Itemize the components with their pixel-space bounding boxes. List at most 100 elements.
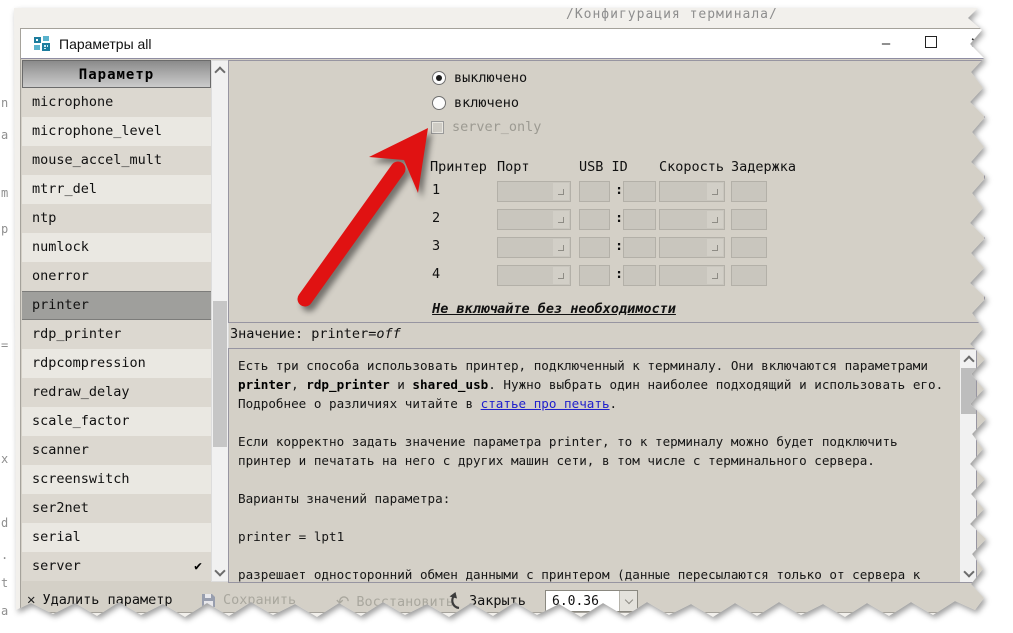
- dropdown-button: [553, 267, 569, 284]
- bold-term: rdp_printer: [306, 377, 389, 392]
- scrollbar-thumb[interactable]: [961, 368, 976, 414]
- sidebar-item-mouse_accel_mult[interactable]: mouse_accel_mult: [22, 146, 211, 175]
- server-only-checkbox[interactable]: server_only: [431, 119, 541, 135]
- usb-vendor-field[interactable]: [579, 181, 610, 202]
- close-dialog-button[interactable]: Закрыть: [447, 592, 526, 609]
- parameter-label: ntp: [32, 210, 56, 226]
- printer-number: 2: [432, 210, 440, 226]
- sidebar-item-scale_factor[interactable]: scale_factor: [22, 407, 211, 436]
- parameter-label: scanner: [32, 442, 89, 458]
- usb-product-field[interactable]: [623, 237, 656, 258]
- speed-select[interactable]: [659, 237, 725, 258]
- scroll-up-icon[interactable]: [212, 62, 228, 78]
- chevron-down-icon: [712, 189, 718, 195]
- col-speed: Скорость: [659, 159, 724, 175]
- port-select[interactable]: [497, 237, 571, 258]
- dropdown-button: [707, 183, 723, 200]
- sidebar-item-rdpcompression[interactable]: rdpcompression: [22, 349, 211, 378]
- scroll-down-icon[interactable]: [960, 565, 977, 581]
- speed-select[interactable]: [659, 181, 725, 202]
- page-background: namp=xd.ta /Конфигурация терминала/ Пара…: [0, 0, 1013, 633]
- minimize-button[interactable]: –: [877, 29, 895, 59]
- delete-x-icon: ✕: [27, 592, 35, 608]
- sidebar-item-scanner[interactable]: scanner: [22, 436, 211, 465]
- save-button[interactable]: Сохранить: [201, 592, 296, 608]
- description-paragraph: printer = lpt1: [238, 527, 953, 546]
- description-paragraph: Есть три способа использовать принтер, п…: [238, 356, 953, 413]
- speed-select[interactable]: [659, 265, 725, 286]
- usb-product-field[interactable]: [623, 209, 656, 230]
- usb-product-field[interactable]: [623, 265, 656, 286]
- sidebar-item-ntp[interactable]: ntp: [22, 204, 211, 233]
- chevron-down-icon: [558, 273, 564, 279]
- description-text: Варианты значений параметра:: [238, 491, 450, 506]
- usb-separator: :: [615, 266, 623, 282]
- parameter-list-scrollbar[interactable]: [211, 60, 229, 582]
- page-caption: /Конфигурация терминала/: [566, 7, 778, 22]
- port-select[interactable]: [497, 181, 571, 202]
- radio-on-icon: [432, 96, 446, 110]
- restore-button[interactable]: ↶ Восстановить: [336, 592, 454, 611]
- sidebar-item-server[interactable]: server✔: [22, 552, 211, 581]
- port-select[interactable]: [497, 265, 571, 286]
- parameter-label: rdpcompression: [32, 355, 146, 371]
- description-text: разрешает односторонний обмен данными с …: [238, 567, 920, 583]
- printer-number: 3: [432, 238, 440, 254]
- chevron-down-icon: [558, 217, 564, 223]
- description-scrollbar[interactable]: [960, 350, 977, 582]
- radio-off[interactable]: выключено: [432, 70, 527, 86]
- save-label: Сохранить: [223, 592, 296, 608]
- sidebar-item-rdp_printer[interactable]: rdp_printer: [22, 320, 211, 349]
- article-link[interactable]: статье про печать: [481, 396, 610, 411]
- usb-vendor-field[interactable]: [579, 265, 610, 286]
- sidebar-item-serial[interactable]: serial: [22, 523, 211, 552]
- delete-parameter-label: Удалить параметр: [42, 592, 172, 608]
- usb-product-field[interactable]: [623, 181, 656, 202]
- version-select[interactable]: 6.0.36: [545, 590, 638, 612]
- sidebar-item-onerror[interactable]: onerror: [22, 262, 211, 291]
- parameter-label: screenswitch: [32, 471, 130, 487]
- restore-label: Восстановить: [356, 594, 454, 610]
- parameter-label: ser2net: [32, 500, 89, 516]
- delay-field[interactable]: [731, 237, 767, 258]
- dropdown-button: [707, 239, 723, 256]
- sidebar-item-screenswitch[interactable]: screenswitch: [22, 465, 211, 494]
- value-label: Значение:: [230, 326, 303, 342]
- warning-link[interactable]: Не включайте без необходимости: [429, 301, 679, 317]
- dropdown-button: [553, 183, 569, 200]
- usb-vendor-field[interactable]: [579, 237, 610, 258]
- scroll-down-icon[interactable]: [212, 564, 228, 580]
- port-select[interactable]: [497, 209, 571, 230]
- dropdown-button: [553, 211, 569, 228]
- delay-field[interactable]: [731, 209, 767, 230]
- checkmark-icon: ✔: [194, 552, 202, 581]
- sidebar-item-microphone[interactable]: microphone: [22, 88, 211, 117]
- printer-number: 4: [432, 266, 440, 282]
- sidebar-item-mtrr_del[interactable]: mtrr_del: [22, 175, 211, 204]
- sidebar-item-ser2net[interactable]: ser2net: [22, 494, 211, 523]
- sidebar-item-microphone_level[interactable]: microphone_level: [22, 117, 211, 146]
- value-line: Значение: printer=off: [230, 326, 401, 342]
- sidebar-item-printer[interactable]: printer: [22, 291, 211, 320]
- delay-field[interactable]: [731, 265, 767, 286]
- radio-on[interactable]: включено: [432, 95, 519, 111]
- chevron-down-icon: [558, 189, 564, 195]
- parameter-label: rdp_printer: [32, 326, 121, 342]
- chevron-down-icon: [558, 245, 564, 251]
- scroll-up-icon[interactable]: [960, 351, 977, 367]
- maximize-button[interactable]: [922, 29, 940, 59]
- speed-select[interactable]: [659, 209, 725, 230]
- sidebar-item-numlock[interactable]: numlock: [22, 233, 211, 262]
- bold-term: printer: [238, 377, 291, 392]
- usb-vendor-field[interactable]: [579, 209, 610, 230]
- delay-field[interactable]: [731, 181, 767, 202]
- close-button[interactable]: ✕: [967, 29, 985, 59]
- scrollbar-thumb[interactable]: [213, 301, 227, 447]
- usb-separator: :: [615, 238, 623, 254]
- col-usb-id: USB ID: [579, 159, 628, 175]
- printer-number: 1: [432, 182, 440, 198]
- version-dropdown-button[interactable]: [619, 591, 637, 611]
- sidebar-item-redraw_delay[interactable]: redraw_delay: [22, 378, 211, 407]
- delete-parameter-button[interactable]: ✕ Удалить параметр: [27, 592, 172, 608]
- torn-screenshot-paper: /Конфигурация терминала/ Параметры all –…: [0, 0, 1013, 633]
